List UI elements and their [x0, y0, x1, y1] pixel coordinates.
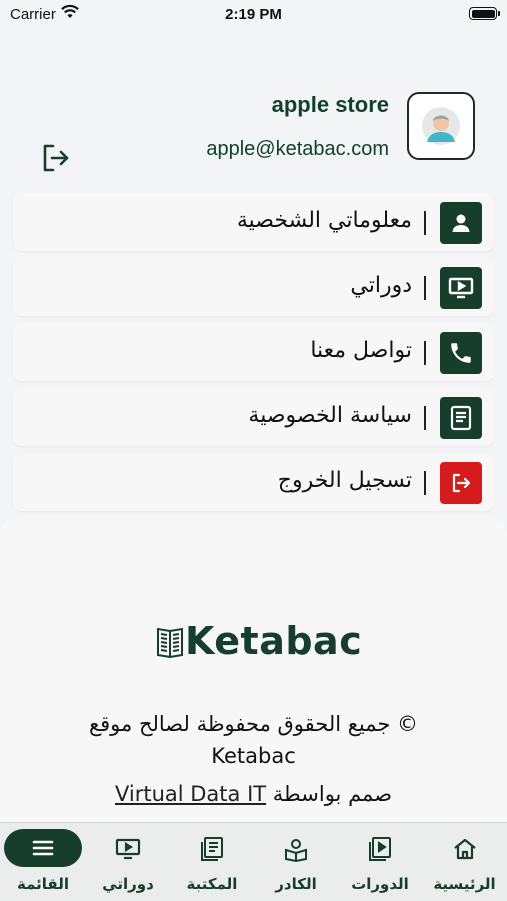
tab-library[interactable]: المكتبة	[170, 823, 254, 901]
tab-my-courses[interactable]: دوراتي	[86, 823, 170, 901]
menu-item-personal-info[interactable]: معلوماتي الشخصية	[13, 193, 494, 251]
menu-item-label: سياسة الخصوصية	[248, 403, 412, 428]
copyright-line: Ketabac	[211, 744, 296, 768]
menu-item-label: تسجيل الخروج	[277, 468, 412, 493]
home-icon	[452, 836, 478, 862]
menu-item-label: معلوماتي الشخصية	[236, 208, 412, 233]
avatar[interactable]	[407, 92, 475, 160]
menu-item-my-courses[interactable]: دوراتي	[13, 258, 494, 316]
user-name: apple store	[271, 92, 389, 117]
menu-item-privacy-policy[interactable]: سياسة الخصوصية	[13, 388, 494, 446]
tab-courses[interactable]: الدورات	[338, 823, 422, 901]
logout-icon-button[interactable]	[38, 140, 74, 176]
designed-by-label: صمم بواسطة	[272, 782, 393, 806]
tab-label: دوراتي	[102, 875, 154, 893]
copyright-text: © جميع الحقوق محفوظة لصالح موقع Ketabac	[0, 708, 507, 772]
tv-icon	[115, 836, 141, 862]
designer-link[interactable]: Virtual Data IT	[115, 782, 266, 806]
menu-item-contact-us[interactable]: تواصل معنا	[13, 323, 494, 381]
status-time: 2:19 PM	[225, 6, 282, 23]
logout-icon	[440, 462, 482, 504]
designed-by: Virtual Data IT صمم بواسطة	[0, 782, 507, 806]
menu-separator	[424, 341, 426, 365]
user-avatar-icon	[422, 107, 460, 145]
tab-home[interactable]: الرئيسية	[422, 823, 507, 901]
status-bar: Carrier 2:19 PM	[0, 0, 507, 30]
phone-icon	[440, 332, 482, 374]
tv-icon	[440, 267, 482, 309]
person-icon	[440, 202, 482, 244]
menu-separator	[424, 406, 426, 430]
menu-item-logout[interactable]: تسجيل الخروج	[13, 453, 494, 511]
staff-icon	[283, 836, 309, 863]
battery-icon	[469, 7, 500, 20]
menu-separator	[424, 471, 426, 495]
tab-staff[interactable]: الكادر	[254, 823, 338, 901]
menu-icon	[30, 835, 56, 861]
tab-menu[interactable]: القائمة	[0, 823, 86, 901]
footer: Ketabac © جميع الحقوق محفوظة لصالح موقع …	[0, 516, 507, 822]
tab-label: الرئيسية	[433, 875, 496, 893]
menu-separator	[424, 211, 426, 235]
settings-menu: معلوماتي الشخصية دوراتي تواصل معنا سياسة…	[13, 193, 494, 518]
menu-item-label: دوراتي	[350, 273, 412, 298]
courses-icon	[367, 836, 393, 862]
menu-separator	[424, 276, 426, 300]
book-logo-icon	[157, 627, 183, 659]
tab-label: الدورات	[351, 875, 409, 893]
copyright-line: © جميع الحقوق محفوظة لصالح موقع	[88, 712, 419, 736]
library-icon	[199, 836, 225, 862]
user-email: apple@ketabac.com	[206, 138, 389, 160]
tab-label: القائمة	[17, 875, 69, 893]
profile-header: apple store apple@ketabac.com	[0, 30, 507, 188]
tab-label: المكتبة	[186, 875, 238, 893]
book-icon	[440, 397, 482, 439]
brand-name: Ketabac	[185, 619, 363, 663]
brand-logo: Ketabac	[155, 619, 362, 663]
tab-label: الكادر	[275, 875, 317, 893]
menu-item-label: تواصل معنا	[310, 338, 412, 363]
bottom-tab-bar: القائمة دوراتي المكتبة الكادر الدورات ال…	[0, 822, 507, 901]
